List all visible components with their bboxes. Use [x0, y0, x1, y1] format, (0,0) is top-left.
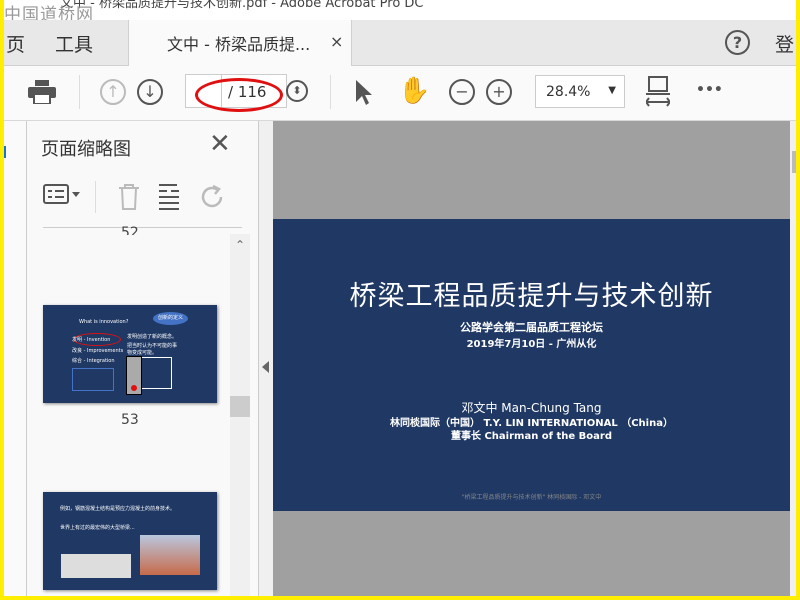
extract-page-icon[interactable]: [157, 183, 183, 215]
collapse-arrow-icon[interactable]: [262, 361, 269, 373]
page-number-52: 52: [121, 225, 139, 235]
zoom-value: 28.4%: [546, 84, 591, 100]
close-panel-icon[interactable]: ✕: [209, 129, 231, 159]
fit-page-icon[interactable]: [644, 76, 672, 114]
separator: [95, 181, 96, 213]
tab-tools[interactable]: 工具: [55, 30, 93, 57]
thumb-box: [72, 368, 114, 391]
print-icon[interactable]: [28, 80, 56, 105]
tab-bar: [0, 20, 800, 66]
tab-document[interactable]: 文中 - 桥梁品质提... ×: [128, 20, 352, 67]
page-number-53: 53: [121, 412, 139, 428]
thumbnail-page-53[interactable]: What is innovation? 发明 - Invention 改良 - …: [43, 305, 217, 403]
slide-role: 董事长 Chairman of the Board: [450, 431, 612, 442]
tab-home[interactable]: 页: [6, 30, 25, 57]
expand-icon[interactable]: [4, 146, 10, 158]
previous-page-icon[interactable]: ↑: [100, 79, 126, 105]
rotate-page-icon[interactable]: [199, 183, 227, 215]
scroll-thumb[interactable]: [792, 151, 798, 173]
separator: [79, 75, 80, 109]
zoom-in-icon[interactable]: +: [486, 79, 512, 105]
tab-document-label: 文中 - 桥梁品质提...: [167, 35, 311, 54]
divider: [43, 227, 242, 228]
next-page-icon[interactable]: ↓: [137, 79, 163, 105]
close-tab-icon[interactable]: ×: [330, 32, 343, 51]
delete-page-icon[interactable]: [117, 183, 141, 215]
select-tool-icon[interactable]: [354, 78, 374, 110]
window-title: 文中 - 桥梁品质提升与技术创新.pdf - Adobe Acrobat Pro…: [0, 0, 800, 20]
hand-tool-icon[interactable]: ✋: [398, 76, 430, 106]
chevron-down-icon: ▼: [608, 85, 616, 96]
pdf-page: 桥梁工程品质提升与技术创新 公路学会第二届品质工程论坛 2019年7月10日 -…: [273, 219, 790, 511]
thumb-diagram: [142, 357, 172, 389]
thumb-badge: 创新的定义: [153, 312, 188, 325]
thumb-text: 综合 - Integration: [72, 358, 115, 364]
document-scrollbar[interactable]: [790, 121, 800, 600]
more-tools-icon[interactable]: •••: [696, 82, 723, 98]
thumbnail-scrollbar[interactable]: ⌃: [230, 234, 250, 600]
thumb-text: 世界上有过的最宏伟的大型桥梁...: [60, 525, 135, 531]
panel-title: 页面缩略图: [41, 139, 131, 160]
thumb-photo: [140, 535, 200, 575]
thumb-text: 发明 - Invention: [72, 337, 111, 343]
thumb-text: 改良 - Improvements: [72, 348, 124, 354]
thumb-drawing: [61, 554, 131, 578]
thumb-column: [126, 356, 142, 395]
help-icon[interactable]: ?: [725, 30, 750, 55]
thumbnails-panel: 页面缩略图 ✕ 52 What is innovation? 发明 - Inve…: [27, 121, 258, 600]
zoom-out-icon[interactable]: −: [449, 79, 475, 105]
zoom-select[interactable]: 28.4% ▼: [535, 75, 625, 108]
thumb-text: What is innovation?: [79, 319, 129, 325]
separator: [330, 75, 331, 109]
slide-date: 2019年7月10日 - 广州从化: [466, 339, 597, 350]
slide-title: 桥梁工程品质提升与技术创新: [349, 281, 714, 312]
slide-subtitle: 公路学会第二届品质工程论坛: [460, 321, 603, 334]
thumb-text: 把当时认为不可能的事物变成可能。: [127, 343, 178, 356]
thumbnail-options-icon[interactable]: [43, 183, 81, 211]
thumb-text: 发明创造了新的概念。: [127, 334, 178, 340]
thumbnail-page-54[interactable]: 例如，钢筋混凝土结构是预应力混凝土的前身技术。 世界上有过的最宏伟的大型桥梁..…: [43, 492, 217, 590]
scroll-up-icon[interactable]: ⌃: [235, 238, 245, 252]
document-view[interactable]: 桥梁工程品质提升与技术创新 公路学会第二届品质工程论坛 2019年7月10日 -…: [273, 121, 800, 600]
thumb-text: 例如，钢筋混凝土结构是预应力混凝土的前身技术。: [60, 506, 176, 512]
login-button[interactable]: 登: [775, 30, 794, 57]
scroll-thumb[interactable]: [230, 396, 250, 417]
red-annotation-ellipse: [195, 78, 283, 112]
left-nav-strip: [0, 121, 27, 600]
slide-footer: "桥梁工程品质提升与技术创新" 林同棪国际 - 邓文中: [461, 494, 602, 501]
panel-splitter[interactable]: [258, 121, 273, 600]
page-stepper-icon[interactable]: ⬍: [286, 80, 308, 102]
